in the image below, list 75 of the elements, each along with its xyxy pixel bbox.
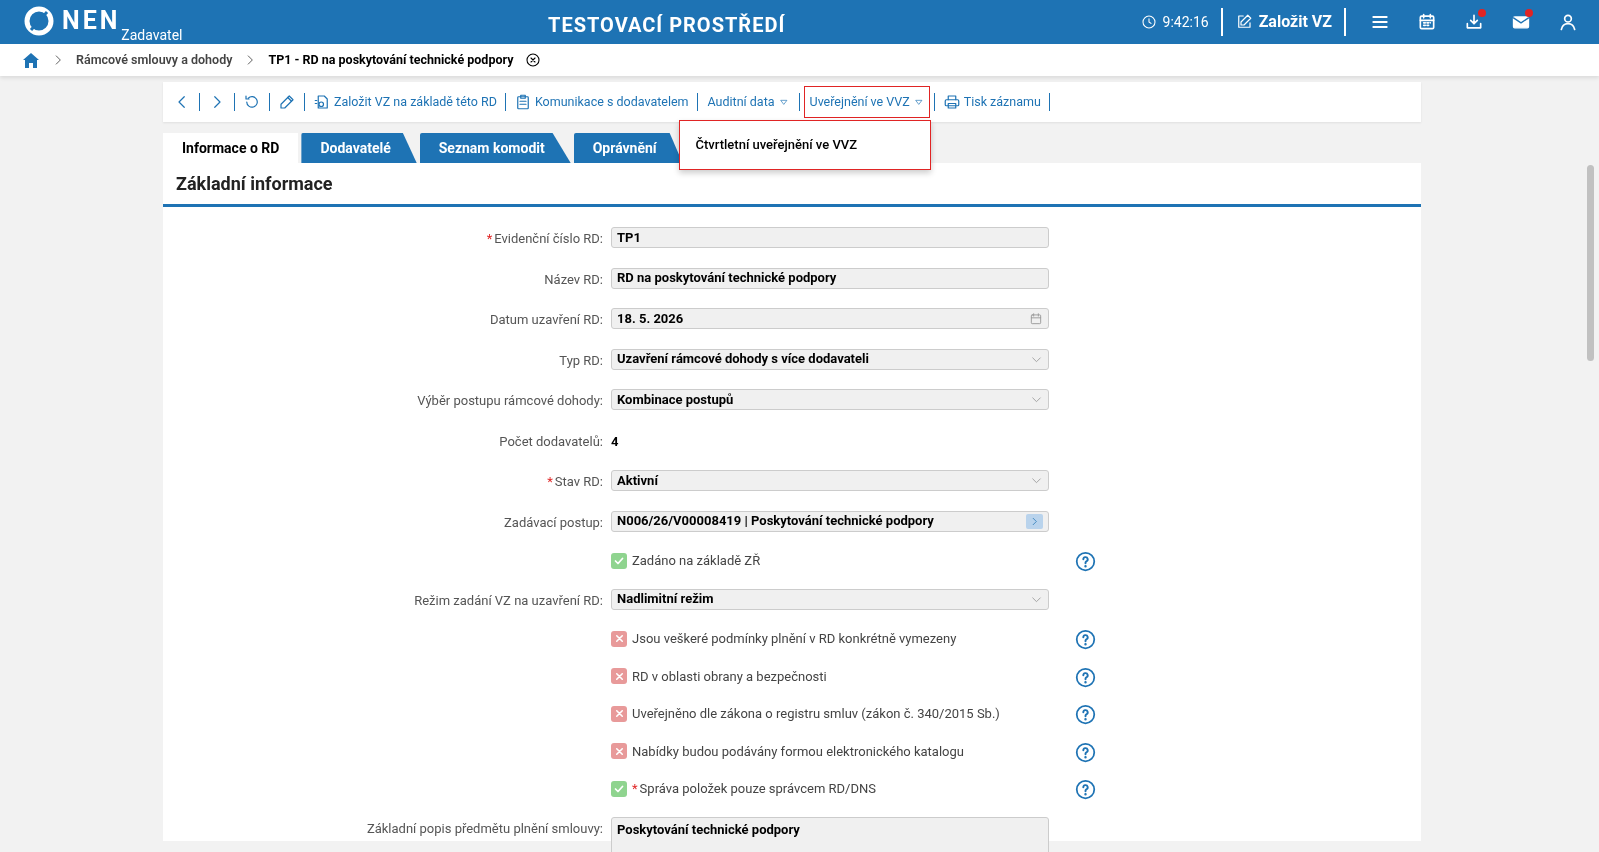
caret-down-icon: [913, 97, 924, 107]
role-label: Zadavatel: [121, 28, 183, 42]
field-label: Datum uzavření RD:: [489, 311, 603, 329]
input-field[interactable]: RD na poskytování technické podpory: [611, 267, 1049, 289]
field-label: Typ RD:: [559, 351, 603, 370]
create-contract-button[interactable]: Založit VZ: [1222, 10, 1344, 34]
required-mark: *: [632, 781, 638, 796]
toolbar-link[interactable]: Tisk záznamu: [938, 92, 1045, 112]
help-icon: [1075, 704, 1096, 725]
open-link-button[interactable]: [1026, 513, 1043, 529]
x-icon: [613, 745, 625, 757]
checkbox-label: Uveřejněno dle zákona o registru smluv (zákon č. 340/2015 Sb.): [632, 706, 1000, 721]
required-mark: *: [547, 473, 553, 491]
logo-icon: [23, 5, 55, 37]
clock-time: 9:42:16: [1162, 12, 1209, 32]
x-icon: [613, 633, 625, 645]
field-label: Evidenční číslo RD:: [494, 230, 603, 248]
scrollbar-thumb[interactable]: [1587, 165, 1594, 361]
checkbox[interactable]: [611, 668, 627, 685]
text-area[interactable]: Poskytování technické podpory: [611, 816, 1049, 852]
section-title: Základní informace: [176, 172, 333, 196]
checkbox-label: RD v oblasti obrany a bezpečnosti: [632, 668, 827, 684]
breadcrumb-link[interactable]: Rámcové smlouvy a dohody: [76, 50, 233, 70]
required-mark: *: [486, 230, 493, 248]
field-label: Stav RD:: [554, 473, 603, 491]
field-label: Režim zadání VZ na uzavření RD:: [414, 591, 603, 610]
select-field[interactable]: Uzavření rámcové dohody s více dodavateli: [611, 348, 1049, 370]
x-icon: [613, 708, 625, 720]
pencil-icon: [278, 93, 296, 111]
home-link[interactable]: [22, 51, 40, 69]
refresh-icon: [243, 93, 261, 111]
checkbox-label: Zadáno na základě ZŘ: [632, 553, 761, 568]
home-icon: [22, 51, 40, 69]
checkbox[interactable]: [611, 630, 627, 647]
close-button[interactable]: [525, 52, 542, 68]
checkbox-label: Jsou veškeré podmínky plnění v RD konkrétně vymezeny: [632, 631, 957, 646]
select-field[interactable]: Nadlimitní režim: [611, 588, 1049, 610]
input-field[interactable]: N006/26/V00008419 | Poskytování technické podpory: [611, 510, 1049, 532]
caret-down-icon: [778, 97, 789, 107]
x-icon: [613, 670, 625, 682]
help-icon: [1075, 551, 1096, 572]
field-label: Výběr postupu rámcové dohody:: [417, 392, 603, 410]
select-field[interactable]: Aktivní: [611, 470, 1049, 491]
breadcrumb-link[interactable]: TP1 - RD na poskytování technické podpory: [268, 50, 514, 70]
checkbox[interactable]: [611, 552, 627, 569]
help-icon: [1075, 666, 1096, 688]
menu-button[interactable]: Auditní data: [701, 86, 795, 118]
help-icon: [1075, 741, 1096, 763]
menu-button[interactable]: Uveřejnění ve VVZ: [803, 86, 930, 118]
clock-icon: [1140, 14, 1157, 30]
close-icon: [525, 52, 542, 68]
tab[interactable]: Dodavatelé: [301, 133, 417, 163]
checkbox[interactable]: [611, 705, 627, 722]
field-label: Zadávací postup:: [504, 513, 603, 532]
checkbox[interactable]: [611, 780, 627, 797]
select-field[interactable]: Kombinace postupů: [611, 389, 1049, 410]
field-value: 4: [611, 432, 619, 451]
checkbox-label: Nabídky budou podávány formou elektronického katalogu: [632, 743, 964, 759]
help-icon: [1075, 779, 1096, 800]
environment-title: TESTOVACÍ PROSTŘEDÍ: [548, 12, 786, 39]
input-field[interactable]: 18. 5. 2026: [611, 308, 1049, 329]
help-icon: [1075, 629, 1096, 650]
toolbar-link[interactable]: Založit VZ na základě této RD: [309, 92, 501, 112]
checkbox-label: Správa položek pouze správcem RD/DNS: [639, 781, 876, 796]
input-field[interactable]: TP1: [611, 227, 1049, 248]
checkbox[interactable]: [611, 743, 627, 760]
logo-text: NEN: [62, 8, 121, 33]
toolbar-link[interactable]: Komunikace s dodavatelem: [509, 92, 693, 112]
tab[interactable]: Seznam komodit: [419, 133, 571, 163]
tab[interactable]: Informace o RD: [163, 133, 299, 163]
printer-icon: [942, 93, 961, 111]
field-label: Počet dodavatelů:: [499, 432, 603, 451]
field-label: Základní popis předmětu plnění smlouvy:: [366, 819, 603, 838]
calendar-icon: [1029, 311, 1043, 326]
field-label: Název RD:: [544, 270, 603, 289]
